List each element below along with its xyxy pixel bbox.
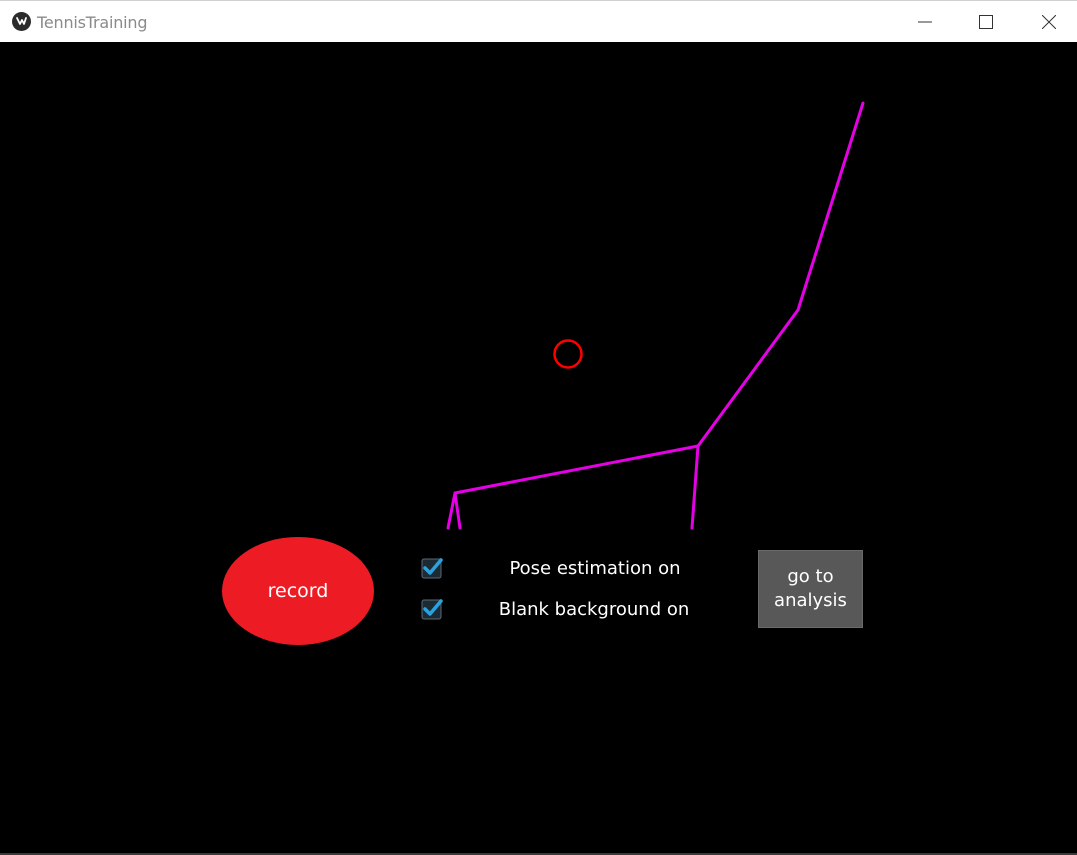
pose-skeleton-arm: [446, 101, 865, 530]
pose-skeleton-segment: [453, 491, 462, 530]
pose-estimation-checkbox[interactable]: [421, 557, 443, 579]
pose-overlay: [446, 101, 865, 530]
checkmark-icon: [421, 558, 443, 579]
app-window: TennisTraining record Pose estimation on…: [0, 0, 1077, 855]
pose-estimation-label: Pose estimation on: [509, 558, 681, 579]
camera-canvas: record Pose estimation on Blank backgrou…: [0, 42, 1077, 853]
close-icon: [1042, 14, 1056, 29]
minimize-button[interactable]: [902, 1, 948, 42]
maximize-button[interactable]: [963, 1, 1009, 42]
minimize-icon: [918, 21, 932, 22]
window-title: TennisTraining: [37, 13, 148, 32]
checkmark-icon: [421, 599, 443, 620]
title-bar[interactable]: TennisTraining: [0, 0, 1077, 42]
record-button[interactable]: record: [222, 537, 374, 645]
maximize-icon: [979, 14, 993, 29]
go-to-analysis-button[interactable]: go to analysis: [758, 550, 863, 628]
blank-background-checkbox[interactable]: [421, 598, 443, 620]
kivy-logo-icon: [12, 12, 31, 31]
close-button[interactable]: [1026, 1, 1072, 42]
blank-background-label: Blank background on: [498, 599, 690, 620]
pose-skeleton-segment: [690, 444, 700, 530]
target-circle: [553, 339, 583, 369]
